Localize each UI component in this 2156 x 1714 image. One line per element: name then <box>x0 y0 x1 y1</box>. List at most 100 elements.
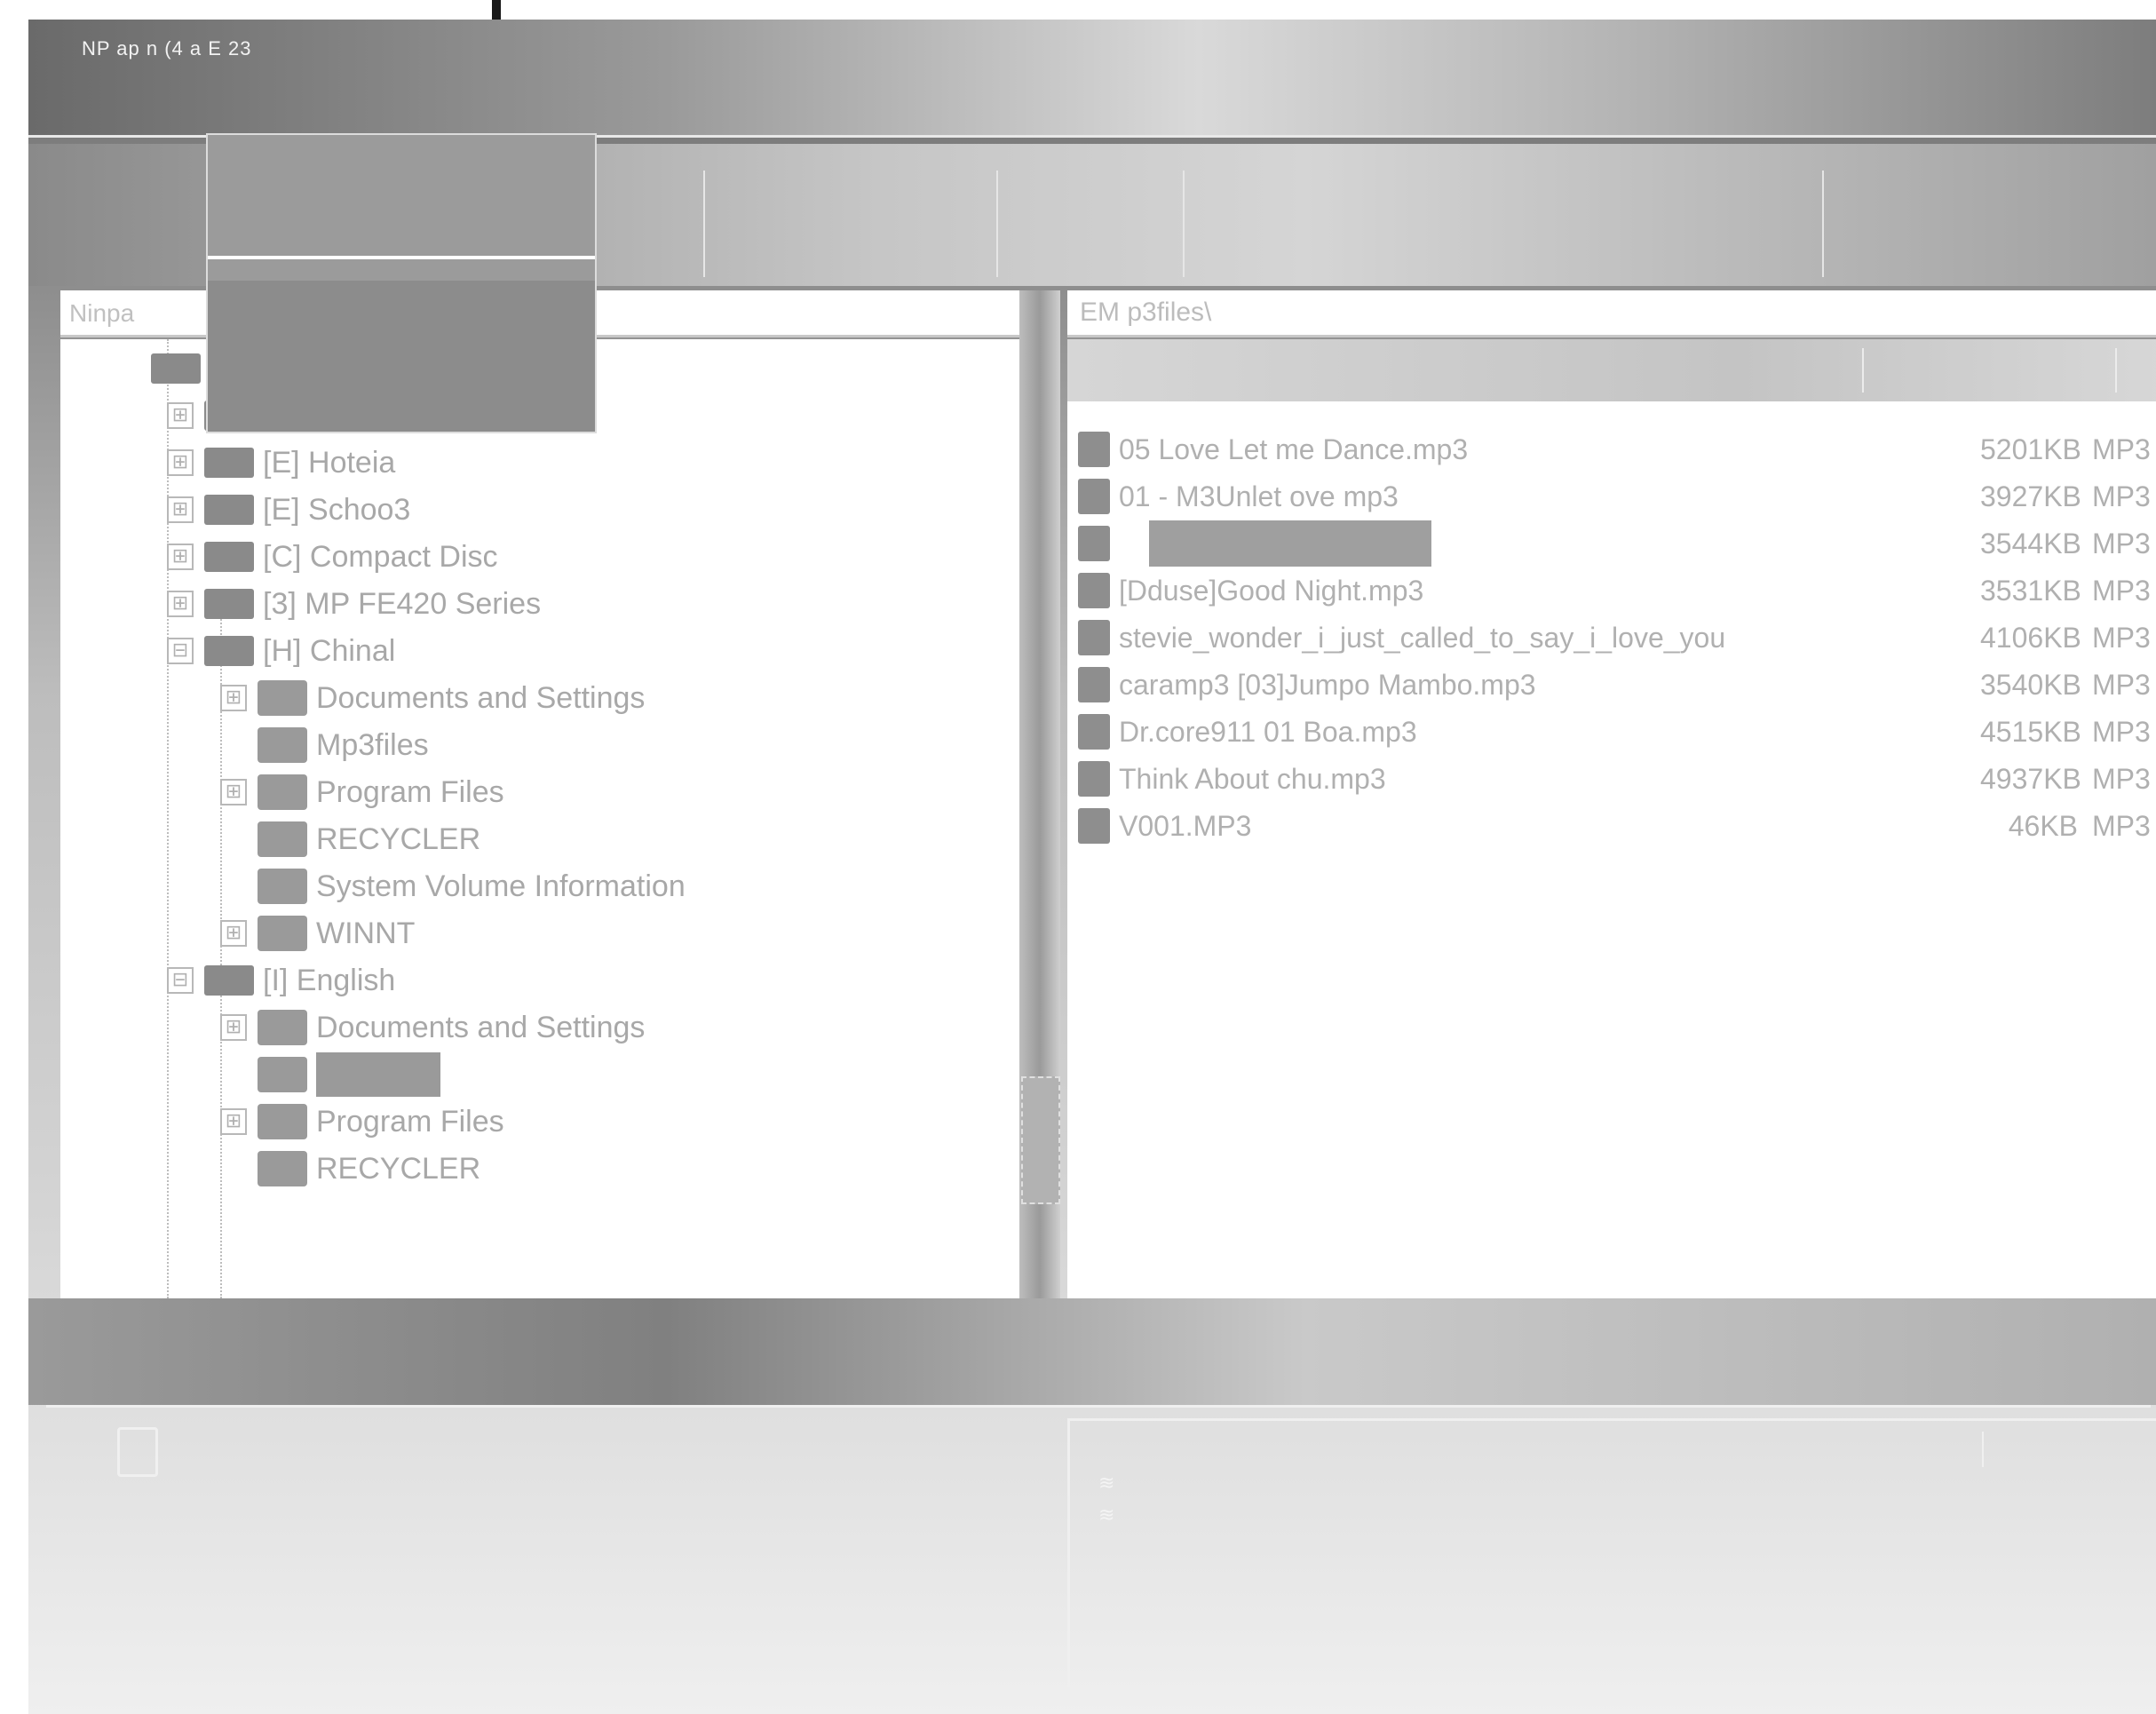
tree-item[interactable]: ⊞ WINNT <box>220 911 415 956</box>
lower-list-pane[interactable] <box>1067 1418 2156 1687</box>
tree-item[interactable]: ⊟ [I] English <box>167 958 395 1003</box>
expand-toggle-icon[interactable]: ⊞ <box>220 779 247 805</box>
expand-toggle-icon[interactable]: ⊞ <box>167 544 194 570</box>
audio-file-icon <box>1078 761 1110 797</box>
audio-file-icon <box>1078 432 1110 467</box>
device-icon[interactable] <box>117 1427 158 1477</box>
drive-icon <box>204 448 254 478</box>
tree-item[interactable]: Mp3files <box>220 723 429 767</box>
file-row[interactable]: 01 - M3Unlet ove mp3 3927KB MP3 <box>1067 473 2156 520</box>
folder-tree[interactable]: My Computer⊞[C] Hoteia⊞[E] Hoteia⊞[E] Sc… <box>60 339 1019 1298</box>
file-name: Dr.core911 01 Boa.mp3 <box>1119 715 1417 748</box>
window-title: NP ap n (4 a E 23 <box>82 37 252 60</box>
toolbar-separator <box>1822 171 1824 277</box>
expand-toggle-icon[interactable]: ⊞ <box>220 1014 247 1041</box>
audio-file-icon <box>1078 526 1110 561</box>
address-bar[interactable]: EM p3files\ <box>1067 290 2156 337</box>
tree-item[interactable]: ⊟ [H] Chinal <box>167 629 395 673</box>
file-name: caramp3 [03]Jumpo Mambo.mp3 <box>1119 668 1536 701</box>
tree-item[interactable]: ⊞ [C] Compact Disc <box>167 535 498 579</box>
tree-item-label: RECYCLER <box>316 821 481 856</box>
tree-scrollbar-thumb[interactable] <box>1021 1076 1060 1204</box>
explorer-window: NP ap n (4 a E 23 Ninpa My Computer⊞[C] … <box>28 20 2156 1714</box>
file-row[interactable]: Dr.core911 01 Boa.mp3 4515KB MP3 <box>1067 709 2156 755</box>
folder-icon <box>258 1104 307 1139</box>
file-row[interactable]: V001.MP3 46KB MP3 <box>1067 803 2156 849</box>
expand-toggle-icon[interactable]: ⊞ <box>167 496 194 523</box>
tree-item-label: Documents and Settings <box>316 680 646 715</box>
tree-item[interactable]: ⊞ [3] MP FE420 Series <box>167 582 541 626</box>
file-size: 4937KB <box>1980 762 2081 795</box>
file-name: 05 Love Let me Dance.mp3 <box>1119 432 1469 465</box>
window-edge-marker <box>492 0 501 21</box>
file-size: 3927KB <box>1980 480 2081 512</box>
folder-icon <box>258 1010 307 1045</box>
expand-toggle-icon[interactable]: ⊞ <box>167 402 194 429</box>
audio-file-icon <box>1078 667 1110 702</box>
tree-item-label <box>316 1052 440 1097</box>
file-size: 4515KB <box>1980 715 2081 748</box>
file-row[interactable]: caramp3 [03]Jumpo Mambo.mp3 3540KB MP3 <box>1067 662 2156 708</box>
file-type: MP3 <box>2092 432 2151 465</box>
file-name: stevie_wonder_i_just_called_to_say_i_lov… <box>1119 621 1726 654</box>
expand-toggle-icon[interactable]: ⊞ <box>220 685 247 711</box>
file-name: V001.MP3 <box>1119 809 1252 842</box>
list-item-icon: ≋ <box>1098 1472 1115 1494</box>
tree-item[interactable]: ⊞ Documents and Settings <box>220 676 645 720</box>
file-type: MP3 <box>2092 715 2151 748</box>
expand-toggle-icon[interactable]: ⊞ <box>220 1108 247 1135</box>
tree-item-label: [H] Chinal <box>263 633 396 668</box>
file-type: MP3 <box>2092 809 2151 842</box>
file-list[interactable]: 05 Love Let me Dance.mp3 5201KB MP3 01 - M3… <box>1067 401 2156 1298</box>
file-size: 46KB <box>2008 809 2078 842</box>
file-size: 3544KB <box>1980 527 2081 559</box>
column-divider[interactable] <box>1862 348 1864 393</box>
bottom-toolbar <box>28 1298 2156 1405</box>
column-divider[interactable] <box>2115 348 2117 393</box>
file-row[interactable]: [Dduse]Good Night.mp3 3531KB MP3 <box>1067 567 2156 614</box>
tree-item-label: [E] Hoteia <box>263 445 396 480</box>
file-name: Think About chu.mp3 <box>1119 762 1386 795</box>
tree-item[interactable] <box>220 1052 440 1097</box>
folder-icon <box>258 821 307 857</box>
expand-toggle-icon[interactable]: ⊞ <box>167 591 194 617</box>
audio-file-icon <box>1078 808 1110 844</box>
expand-toggle-icon[interactable]: ⊞ <box>220 920 247 947</box>
menu-separator <box>208 256 595 259</box>
screen: NP ap n (4 a E 23 Ninpa My Computer⊞[C] … <box>0 0 2156 1714</box>
tree-item[interactable]: RECYCLER <box>220 1147 480 1191</box>
tree-item[interactable]: ⊞ [E] Schoo3 <box>167 488 410 532</box>
file-row[interactable]: Think About chu.mp3 4937KB MP3 <box>1067 756 2156 802</box>
expand-toggle-icon[interactable]: ⊟ <box>167 638 194 664</box>
expand-toggle-icon[interactable]: ⊞ <box>167 449 194 476</box>
file-type: MP3 <box>2092 574 2151 607</box>
expand-toggle-icon[interactable]: ⊟ <box>167 967 194 994</box>
tree-item[interactable]: ⊞ Documents and Settings <box>220 1005 645 1050</box>
tree-item[interactable]: RECYCLER <box>220 817 480 861</box>
file-row[interactable]: 05 Love Let me Dance.mp3 5201KB MP3 <box>1067 426 2156 472</box>
tree-item[interactable]: ⊞ Program Files <box>220 1099 504 1144</box>
file-row[interactable]: stevie_wonder_i_just_called_to_say_i_lov… <box>1067 615 2156 661</box>
tree-item-label: Documents and Settings <box>316 1010 646 1044</box>
folder-icon <box>258 680 307 716</box>
tree-item[interactable]: System Volume Information <box>220 864 686 909</box>
file-type: MP3 <box>2092 480 2151 512</box>
toolbar-separator <box>1183 171 1185 277</box>
title-bar[interactable]: NP ap n (4 a E 23 <box>28 20 2156 135</box>
drive-icon <box>204 495 254 525</box>
tree-item[interactable]: ⊞ [E] Hoteia <box>167 440 395 485</box>
list-item-icon: ≋ <box>1098 1504 1115 1526</box>
audio-file-icon <box>1078 620 1110 655</box>
folder-icon <box>258 869 307 904</box>
folder-icon <box>258 774 307 810</box>
folder-icon <box>258 1057 307 1092</box>
open-menu-dropdown[interactable] <box>206 133 597 433</box>
file-type: MP3 <box>2092 762 2151 795</box>
tree-item-label: [3] MP FE420 Series <box>263 586 542 621</box>
tree-item-label: [E] Schoo3 <box>263 492 411 527</box>
drive-icon <box>204 965 254 996</box>
menu-section[interactable] <box>208 281 595 432</box>
tree-item[interactable]: ⊞ Program Files <box>220 770 504 814</box>
file-list-header[interactable] <box>1067 339 2156 401</box>
file-row[interactable]: 3544KB MP3 <box>1067 520 2156 567</box>
